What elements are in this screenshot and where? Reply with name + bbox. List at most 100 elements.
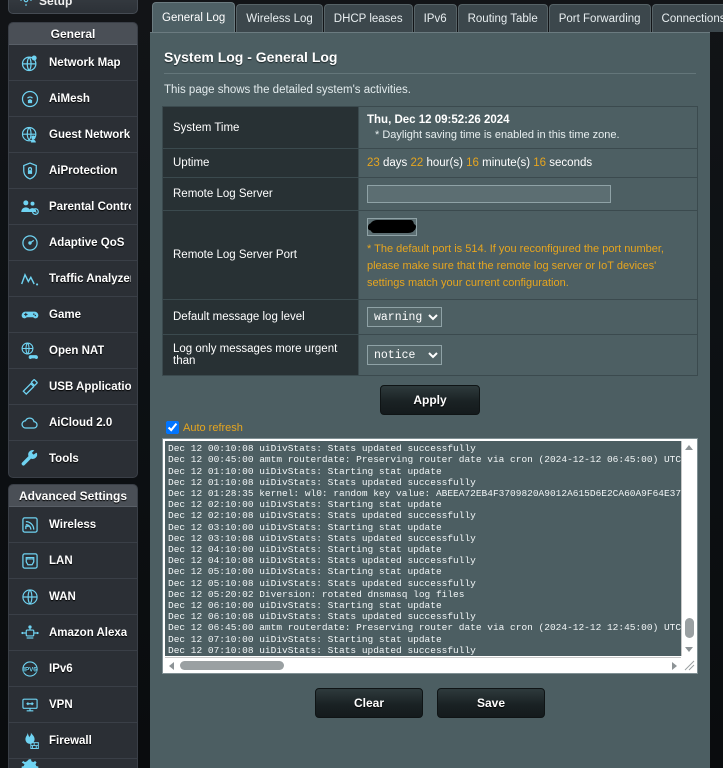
clear-button[interactable]: Clear	[315, 688, 423, 719]
sidebar-item-aicloud[interactable]: AiCloud 2.0	[9, 405, 137, 441]
uptime-label: Uptime	[162, 148, 359, 178]
traffic-analyzer-icon	[19, 268, 41, 290]
ipv6-icon: IPV6	[19, 658, 41, 680]
globe-icon	[19, 586, 41, 608]
save-button[interactable]: Save	[437, 688, 545, 719]
sidebar-item-label: Firewall	[49, 734, 92, 747]
system-log-textarea[interactable]: Dec 12 00:10:08 uiDivStats: Stats update…	[165, 441, 681, 657]
sidebar-item-label: AiMesh	[49, 92, 90, 105]
sidebar-item-wan[interactable]: WAN	[9, 579, 137, 615]
uptime-minutes: 16	[466, 157, 479, 169]
sidebar-item-traffic-analyzer[interactable]: Traffic Analyzer	[9, 261, 137, 297]
sidebar-item-lan[interactable]: LAN	[9, 543, 137, 579]
uptime-value-cell: 23 days 22 hour(s) 16 minute(s) 16 secon…	[358, 148, 698, 178]
sidebar-item-parental-controls[interactable]: Parental Controls	[9, 189, 137, 225]
sidebar-item-label: WAN	[49, 590, 76, 603]
sidebar-item-adaptive-qos[interactable]: Adaptive QoS	[9, 225, 137, 261]
sidebar-item-network-map[interactable]: Network Map	[9, 45, 137, 81]
page-description: This page shows the detailed system's ac…	[164, 84, 412, 96]
svg-text:IPV6: IPV6	[23, 666, 37, 673]
setup-label: Setup	[39, 0, 73, 8]
system-time-value-cell: Thu, Dec 12 09:52:26 2024 * Daylight sav…	[358, 106, 698, 149]
gear-icon	[19, 759, 41, 768]
sidebar-group-title-general: General	[9, 23, 137, 45]
table-row-remote-log-server: Remote Log Server	[162, 177, 698, 211]
tab-wireless-log[interactable]: Wireless Log	[236, 4, 323, 32]
redaction-overlay	[368, 220, 416, 233]
tab-dhcp-leases[interactable]: DHCP leases	[323, 4, 413, 32]
scroll-down-arrow[interactable]	[685, 647, 693, 653]
action-buttons-row: Clear Save	[162, 674, 698, 719]
sidebar-item-usb-application[interactable]: USB Application	[9, 369, 137, 405]
scroll-right-arrow[interactable]	[672, 662, 677, 671]
sidebar-group-title-advanced: Advanced Settings	[9, 485, 137, 507]
apply-button[interactable]: Apply	[380, 385, 480, 416]
log-horizontal-scrollbar[interactable]	[165, 657, 681, 672]
sidebar-item-label: Traffic Analyzer	[49, 272, 131, 285]
default-log-level-select[interactable]: emergalertcriterrorwarningnoticeinfodebu…	[367, 307, 442, 328]
sidebar-item-aimesh[interactable]: AiMesh	[9, 81, 137, 117]
sidebar-item-ipv6[interactable]: IPV6 IPv6	[9, 651, 137, 687]
urgent-log-level-select[interactable]: emergalertcriterrorwarningnoticeinfodebu…	[367, 345, 442, 366]
uptime-seconds: 16	[533, 157, 547, 169]
sidebar-item-label: Network Map	[49, 56, 121, 69]
wrench-icon	[19, 448, 41, 470]
sidebar-item-wireless[interactable]: Wireless	[9, 507, 137, 543]
shield-lock-icon	[19, 160, 41, 182]
network-map-icon	[19, 52, 41, 74]
remote-log-server-label: Remote Log Server	[162, 177, 359, 211]
uptime-hours: 22	[410, 157, 424, 169]
parental-controls-icon	[19, 196, 41, 218]
sidebar-item-label: Wireless	[49, 518, 97, 531]
sidebar-item-aiprotection[interactable]: AiProtection	[9, 153, 137, 189]
uptime-minutes-unit: minute(s)	[482, 157, 531, 169]
remote-log-server-value-cell	[358, 177, 698, 211]
sidebar-item-game[interactable]: Game	[9, 297, 137, 333]
auto-refresh-checkbox[interactable]	[166, 421, 179, 435]
system-log-textarea-wrapper: Dec 12 00:10:08 uiDivStats: Stats update…	[162, 438, 698, 675]
gamepad-icon	[19, 304, 41, 326]
settings-table: System Time Thu, Dec 12 09:52:26 2024 * …	[162, 106, 698, 377]
tab-general-log[interactable]: General Log	[152, 2, 236, 32]
sidebar-item-administration-partial[interactable]	[9, 759, 137, 768]
sidebar-item-label: AiProtection	[49, 164, 118, 177]
log-vertical-scrollbar[interactable]	[681, 441, 695, 657]
vertical-scroll-thumb[interactable]	[684, 618, 694, 639]
sidebar-item-label: Game	[49, 308, 81, 321]
sidebar-item-open-nat[interactable]: Open NAT	[9, 333, 137, 369]
setup-icon	[19, 0, 33, 10]
sidebar-group-advanced: Advanced Settings Wireless LAN WAN Amazo…	[8, 484, 138, 768]
setup-button[interactable]: Setup	[8, 0, 138, 14]
sidebar-item-label: Parental Controls	[49, 200, 131, 213]
aimesh-icon	[19, 88, 41, 110]
remote-log-server-port-value-cell: * The default port is 514. If you reconf…	[358, 209, 698, 301]
uptime-days-unit: days	[383, 157, 408, 169]
tab-connections[interactable]: Connections	[651, 4, 723, 32]
sidebar-item-vpn[interactable]: VPN	[9, 687, 137, 723]
sidebar-item-guest-network[interactable]: Guest Network	[9, 117, 137, 153]
sidebar-item-label: LAN	[49, 554, 73, 567]
tab-port-forwarding[interactable]: Port Forwarding	[548, 4, 651, 32]
tab-routing-table[interactable]: Routing Table	[457, 4, 548, 32]
scroll-up-arrow[interactable]	[685, 445, 693, 451]
horizontal-scroll-thumb[interactable]	[180, 661, 284, 671]
sidebar-item-tools[interactable]: Tools	[9, 441, 137, 477]
remote-log-server-input[interactable]	[367, 185, 611, 203]
table-row-remote-log-server-port: Remote Log Server Port * The default por…	[162, 209, 698, 301]
auto-refresh-row: Auto refresh	[162, 419, 698, 438]
wireless-icon	[19, 514, 41, 536]
sidebar-item-label: Adaptive QoS	[49, 236, 125, 249]
resize-handle[interactable]	[681, 657, 695, 672]
scroll-left-arrow[interactable]	[169, 662, 174, 671]
sidebar-item-firewall[interactable]: Firewall	[9, 723, 137, 759]
sidebar-item-amazon-alexa[interactable]: Amazon Alexa	[9, 615, 137, 651]
open-nat-icon	[19, 340, 41, 362]
system-time-label: System Time	[162, 106, 359, 149]
remote-log-server-port-wrapper	[367, 218, 417, 236]
urgent-log-level-label: Log only messages more urgent than	[162, 334, 359, 377]
default-log-level-value-cell: emergalertcriterrorwarningnoticeinfodebu…	[358, 299, 698, 336]
sidebar: Setup General Network Map AiMesh Guest N…	[0, 0, 146, 768]
sidebar-item-label: Tools	[49, 453, 79, 465]
tab-ipv6[interactable]: IPv6	[413, 4, 457, 32]
sidebar-item-label: Open NAT	[49, 344, 105, 357]
